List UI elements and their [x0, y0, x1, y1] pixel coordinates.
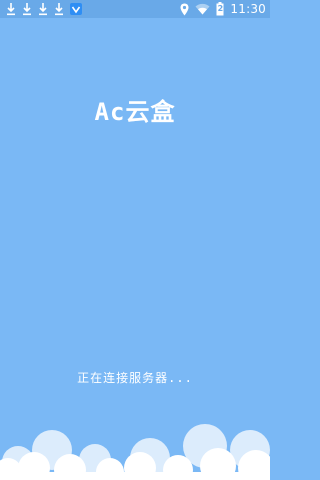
download-icon: [55, 3, 63, 16]
status-bar: 2 11:30: [0, 0, 270, 18]
wifi-icon: [195, 3, 210, 15]
connection-status-text: 正在连接服务器...: [77, 371, 193, 385]
location-icon: [180, 3, 189, 15]
status-time: 11:30: [230, 2, 266, 16]
battery-icon: 2: [216, 2, 224, 16]
app-title: Ac云盒: [94, 98, 176, 126]
battery-level-label: 2: [217, 4, 224, 13]
notification-icons: [6, 2, 82, 16]
clouds-decoration: [0, 424, 270, 480]
system-icons: 2 11:30: [180, 1, 266, 17]
download-icon: [23, 3, 31, 16]
app-notification-icon: [70, 3, 82, 15]
download-icon: [7, 3, 15, 16]
download-icon: [39, 3, 47, 16]
